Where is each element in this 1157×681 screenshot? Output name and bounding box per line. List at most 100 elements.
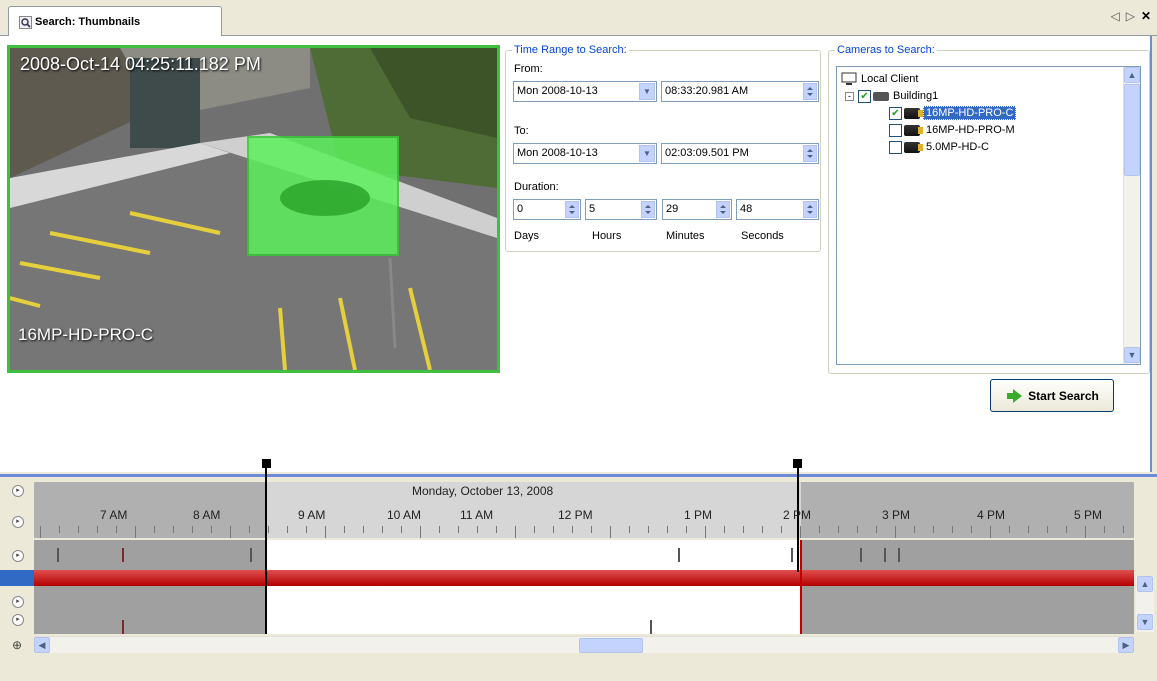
previous-tab-icon[interactable]: ◁ (1110, 9, 1119, 23)
timeline-hour-label: 4 PM (977, 508, 1006, 522)
timeline-track[interactable] (34, 586, 1134, 634)
timeline-tick (496, 526, 497, 533)
timeline-tick (1009, 526, 1010, 533)
tab-strip: Search: Thumbnails ◁ ▷ ✕ (0, 0, 1157, 37)
timeline-tick (78, 526, 79, 533)
camera-checkbox[interactable]: ✔ (889, 106, 902, 120)
timeline-vertical-scrollbar[interactable]: ▲ ▼ (1136, 576, 1154, 632)
timeline-tick (572, 526, 573, 533)
hours-spinner[interactable] (641, 201, 655, 218)
timeline-date-label: Monday, October 13, 2008 (412, 484, 554, 498)
days-spinner[interactable] (565, 201, 579, 218)
from-time-value: 08:33:20.981 AM (665, 85, 749, 97)
current-time-line[interactable] (800, 540, 802, 634)
timeline-row-selected[interactable] (0, 570, 34, 586)
timeline-tick (135, 526, 136, 538)
timeline-event-mark (122, 548, 124, 562)
chevron-down-icon[interactable]: ▼ (639, 83, 655, 100)
scroll-thumb[interactable] (1124, 84, 1140, 176)
from-label: From: (514, 63, 543, 75)
row-expand-icon[interactable]: ▸ (12, 614, 24, 626)
scroll-down-icon[interactable]: ▼ (1137, 614, 1153, 630)
timeline-tick (952, 526, 953, 533)
timeline-tick (363, 526, 364, 533)
timeline-divider[interactable] (0, 474, 1157, 477)
range-start-line[interactable] (265, 462, 267, 634)
zoom-icon[interactable]: ⊕ (12, 638, 22, 652)
timeline-tick (154, 526, 155, 533)
camera-checkbox[interactable] (889, 123, 902, 137)
row-expand-icon[interactable]: ▸ (12, 596, 24, 608)
site-checkbox[interactable]: ✔ (858, 89, 871, 103)
camera-checkbox[interactable] (889, 140, 902, 154)
scroll-up-icon[interactable]: ▲ (1137, 576, 1153, 592)
from-date-value: Mon 2008-10-13 (517, 85, 598, 97)
chevron-down-icon[interactable]: ▼ (639, 145, 655, 162)
tree-root-label: Local Client (861, 73, 919, 85)
next-tab-icon[interactable]: ▷ (1126, 9, 1135, 23)
from-time-field[interactable]: 08:33:20.981 AM (661, 81, 819, 102)
tree-site-building1[interactable]: - ✔ Building1 (845, 88, 938, 104)
timeline-recording-bar[interactable] (34, 570, 1134, 586)
timeline-tick (591, 526, 592, 533)
timeline-hour-label: 10 AM (387, 508, 422, 522)
timeline-tick (705, 526, 706, 538)
cameras-legend: Cameras to Search: (835, 44, 937, 56)
timeline-tick (211, 526, 212, 533)
timeline-horizontal-scrollbar[interactable]: ◀ ▶ (34, 636, 1134, 653)
days-stepper[interactable]: 0 (513, 199, 581, 220)
minutes-spinner[interactable] (716, 201, 730, 218)
start-search-button[interactable]: Start Search (990, 379, 1114, 412)
arrow-right-icon (1007, 388, 1023, 403)
days-value: 0 (517, 203, 524, 215)
to-date-picker[interactable]: Mon 2008-10-13 ▼ (513, 143, 657, 164)
timeline-tick (800, 526, 801, 538)
timeline-tick (230, 526, 231, 538)
video-preview[interactable]: 2008-Oct-14 04:25:11.182 PM 16MP-HD-PRO-… (7, 45, 500, 373)
seconds-stepper[interactable]: 48 (736, 199, 819, 220)
timeline-event-mark (678, 548, 680, 562)
camera-tree[interactable]: Local Client - ✔ Building1 ✔ 16MP-HD-PRO… (836, 66, 1141, 365)
timeline-tick (97, 526, 98, 533)
timeline-hour-label: 9 AM (298, 508, 326, 522)
parking-lot-image (10, 48, 497, 370)
to-time-field[interactable]: 02:03:09.501 PM (661, 143, 819, 164)
to-time-value: 02:03:09.501 PM (665, 147, 749, 159)
scroll-up-icon[interactable]: ▲ (1124, 67, 1140, 83)
minutes-stepper[interactable]: 29 (662, 199, 732, 220)
timeline-tick (40, 526, 41, 538)
tree-camera-item[interactable]: ✔ 16MP-HD-PRO-C (889, 105, 1017, 121)
scroll-down-icon[interactable]: ▼ (1124, 347, 1140, 363)
tree-scrollbar[interactable]: ▲ ▼ (1123, 67, 1140, 364)
scroll-left-icon[interactable]: ◀ (34, 637, 50, 653)
row-expand-icon[interactable]: ▸ (12, 516, 24, 528)
tree-camera-item[interactable]: 16MP-HD-PRO-M (889, 122, 1015, 138)
timeline-tick (933, 526, 934, 533)
camera-icon (904, 107, 923, 119)
tree-camera-item[interactable]: 5.0MP-HD-C (889, 139, 989, 155)
seconds-spinner[interactable] (803, 201, 817, 218)
timeline-tick (344, 526, 345, 533)
hours-stepper[interactable]: 5 (585, 199, 657, 220)
timeline-tick (1028, 526, 1029, 533)
tab-search-thumbnails[interactable]: Search: Thumbnails (8, 6, 222, 37)
timeline-tick (287, 526, 288, 533)
timeline-event-mark (898, 548, 900, 562)
timeline-tick (477, 526, 478, 533)
timeline-tick (743, 526, 744, 533)
timeline-track[interactable] (34, 540, 1134, 570)
scroll-right-icon[interactable]: ▶ (1118, 637, 1134, 653)
row-expand-icon[interactable]: ▸ (12, 550, 24, 562)
from-date-picker[interactable]: Mon 2008-10-13 ▼ (513, 81, 657, 102)
from-time-spinner[interactable] (803, 83, 817, 100)
scroll-thumb[interactable] (579, 638, 643, 653)
row-expand-icon[interactable]: ▸ (12, 485, 24, 497)
close-icon[interactable]: ✕ (1141, 9, 1151, 23)
tree-root-local-client[interactable]: Local Client (841, 71, 918, 87)
collapse-icon[interactable]: - (845, 91, 854, 101)
timeline-tick (686, 526, 687, 533)
timeline-tick (173, 526, 174, 533)
timeline-event-mark (860, 548, 862, 562)
to-time-spinner[interactable] (803, 145, 817, 162)
monitor-icon (841, 72, 857, 85)
